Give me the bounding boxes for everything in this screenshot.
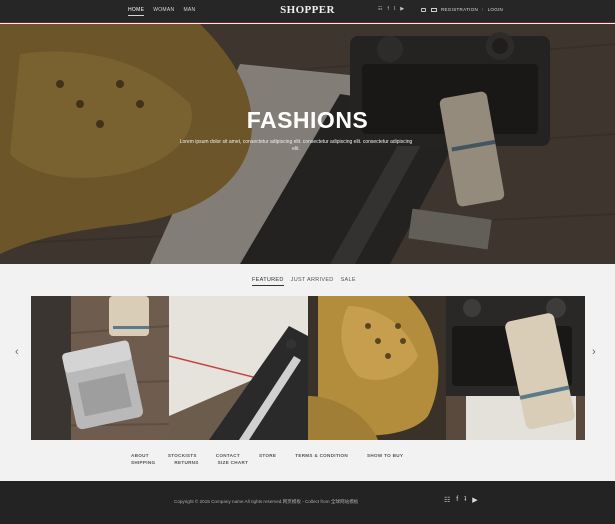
twitter-icon[interactable]: ʇ <box>394 6 395 12</box>
footer-link-contact[interactable]: CONTACT <box>216 453 240 458</box>
account-links: REGISTRATION / LOGIN <box>421 7 503 12</box>
brand-logo[interactable]: SHOPPER <box>0 4 615 16</box>
footer-link-shipping[interactable]: SHIPPING <box>131 460 155 465</box>
rss-icon[interactable]: ☷ <box>378 6 382 12</box>
footer-links: ABOUT STOCKISTS CONTACT STORE TERMS & CO… <box>131 453 461 465</box>
footer-link-stockists[interactable]: STOCKISTS <box>168 453 197 458</box>
top-navigation-bar: HOME WOMAN MAN SHOPPER ☷ f ʇ ▶ REGISTRAT… <box>0 0 615 23</box>
user-icon <box>421 7 426 12</box>
carousel-next-arrow[interactable]: › <box>592 346 596 358</box>
rss-icon[interactable]: ☷ <box>444 496 450 504</box>
tab-just-arrived[interactable]: JUST ARRIVED <box>291 277 334 286</box>
login-link[interactable]: LOGIN <box>488 7 504 12</box>
facebook-icon[interactable]: f <box>456 496 458 504</box>
copyright-text: Copyright © 2015 Company name All rights… <box>174 499 359 504</box>
tab-sale[interactable]: SALE <box>341 277 356 286</box>
product-tile-lighter[interactable] <box>31 296 169 440</box>
footer-link-size-chart[interactable]: SIZE CHART <box>218 460 249 465</box>
hero-banner: FASHIONS Lorem ipsum dolor sit amet, con… <box>0 24 615 264</box>
camera-image <box>446 296 585 440</box>
hero-subtitle: Lorem ipsum dolor sit amet, consectetur … <box>179 139 413 152</box>
mail-icon <box>431 7 437 12</box>
tab-featured[interactable]: FEATURED <box>252 277 284 286</box>
hero-title: FASHIONS <box>246 107 369 133</box>
footer-social-links: ☷ f ʇ ▶ <box>444 496 478 504</box>
registration-link[interactable]: REGISTRATION <box>441 7 478 12</box>
footer-link-about[interactable]: ABOUT <box>131 453 149 458</box>
product-tabs: FEATURED JUST ARRIVED SALE <box>252 277 356 286</box>
product-tile-camera[interactable] <box>446 296 585 440</box>
product-tile-notebook[interactable] <box>169 296 308 440</box>
lighter-image <box>31 296 169 440</box>
leather-boots-image <box>308 296 446 440</box>
account-divider: / <box>482 7 484 12</box>
notebook-pen-image <box>169 296 308 440</box>
youtube-icon[interactable]: ▶ <box>472 496 477 504</box>
footer-link-returns[interactable]: RETURNS <box>174 460 198 465</box>
top-social-links: ☷ f ʇ ▶ <box>378 6 404 12</box>
product-tile-boots[interactable] <box>308 296 446 440</box>
youtube-icon[interactable]: ▶ <box>400 6 404 12</box>
bottom-footer-bar: Copyright © 2015 Company name All rights… <box>0 481 615 524</box>
footer-link-show-to-buy[interactable]: SHOW TO BUY <box>367 453 403 458</box>
facebook-icon[interactable]: f <box>387 6 388 12</box>
carousel-prev-arrow[interactable]: ‹ <box>15 346 19 358</box>
twitter-icon[interactable]: ʇ <box>464 496 466 504</box>
footer-link-store[interactable]: STORE <box>259 453 276 458</box>
footer-link-terms[interactable]: TERMS & CONDITION <box>295 453 348 458</box>
